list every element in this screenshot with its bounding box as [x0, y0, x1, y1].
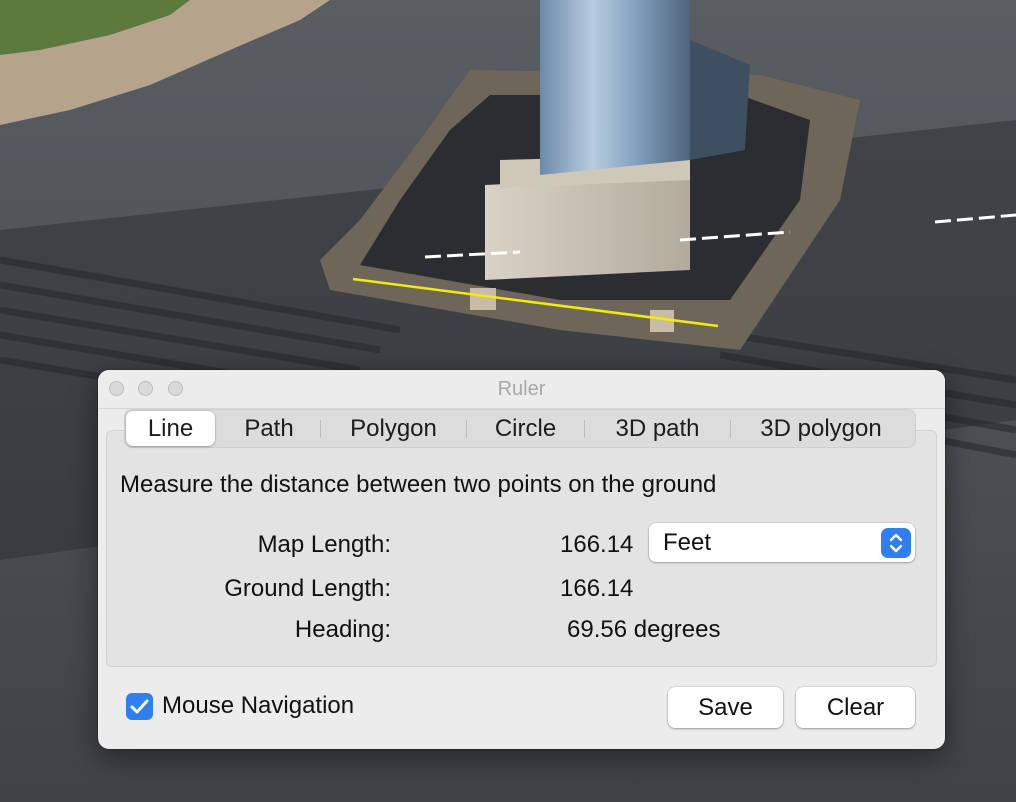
clear-button[interactable]: Clear [796, 687, 915, 728]
heading-label: Heading: [294, 616, 391, 643]
mouse-navigation-label[interactable]: Mouse Navigation [162, 692, 354, 720]
tab-path[interactable]: Path [217, 411, 321, 446]
map-viewport[interactable]: Ruler Line Path Polygon Circle 3D path 3… [0, 0, 1016, 802]
map-length-value: 166.14 [560, 531, 634, 558]
measure-description: Measure the distance between two points … [120, 471, 717, 498]
heading-value: 69.56 degrees [567, 616, 721, 643]
ground-length-label: Ground Length: [224, 575, 391, 602]
ruler-dialog: Ruler Line Path Polygon Circle 3D path 3… [98, 370, 945, 749]
chevron-up-down-icon [881, 528, 911, 558]
checkmark-icon [130, 699, 149, 714]
tower-base [485, 175, 690, 280]
tab-line[interactable]: Line [126, 411, 215, 446]
dialog-title: Ruler [497, 378, 546, 400]
save-button[interactable]: Save [668, 687, 783, 728]
tab-circle[interactable]: Circle [467, 411, 584, 446]
tab-polygon[interactable]: Polygon [321, 411, 466, 446]
tab-3d-polygon[interactable]: 3D polygon [731, 411, 911, 446]
map-length-label: Map Length: [257, 531, 391, 558]
title-bar[interactable]: Ruler [98, 370, 945, 409]
post [470, 288, 496, 310]
units-select[interactable]: Feet [649, 523, 915, 562]
mouse-navigation-checkbox[interactable] [126, 693, 153, 720]
ground-length-value: 166.14 [560, 575, 634, 602]
tab-bar: Line Path Polygon Circle 3D path 3D poly… [124, 409, 916, 448]
tab-3d-path[interactable]: 3D path [585, 411, 730, 446]
tower-column [540, 0, 690, 175]
units-select-value: Feet [663, 529, 712, 556]
